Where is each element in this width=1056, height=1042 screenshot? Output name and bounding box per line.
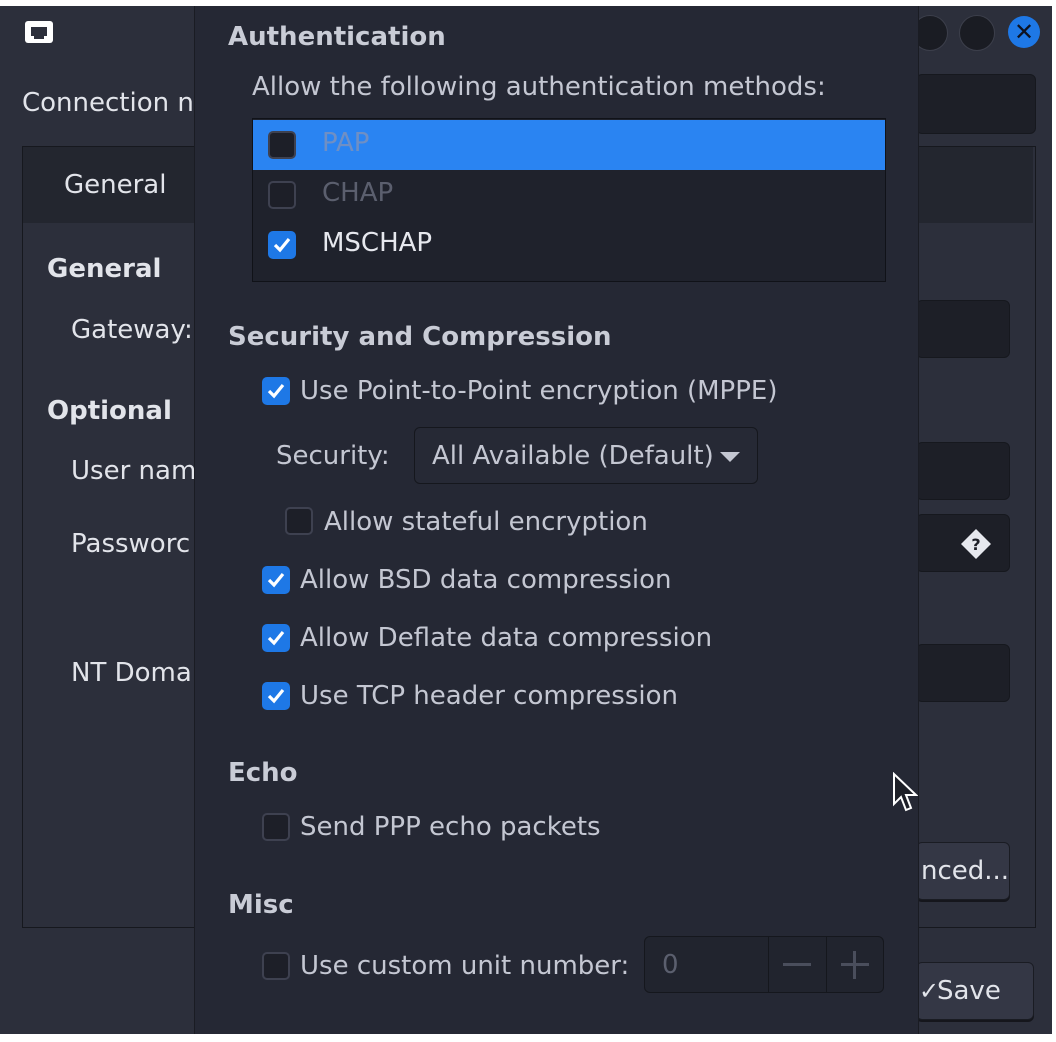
nt-domain-input[interactable]: [916, 644, 1010, 702]
maximize-icon[interactable]: [959, 15, 995, 51]
mschap-label: MSCHAP: [322, 228, 433, 258]
pap-label: PAP: [322, 128, 370, 158]
gateway-input[interactable]: [916, 300, 1010, 358]
use-mppe-checkbox[interactable]: [262, 377, 290, 405]
tab-general[interactable]: General: [64, 170, 166, 200]
decrement-button[interactable]: [768, 937, 826, 992]
section-general-heading: General: [47, 254, 162, 284]
unit-number-spinbutton[interactable]: 0: [644, 936, 884, 993]
nt-domain-label: NT Doma: [71, 658, 192, 688]
tcp-header-label: Use TCP header compression: [300, 681, 679, 711]
section-optional-heading: Optional: [47, 396, 172, 426]
security-label: Security:: [276, 441, 390, 471]
connection-name-label: Connection na: [22, 88, 210, 118]
authentication-heading: Authentication: [228, 22, 446, 52]
custom-unit-label: Use custom unit number:: [300, 951, 630, 981]
list-item[interactable]: CHAP: [253, 170, 885, 220]
bsd-label: Allow BSD data compression: [300, 565, 672, 595]
list-item[interactable]: MSCHAP: [253, 220, 885, 270]
use-mppe-label: Use Point-to-Point encryption (MPPE): [300, 376, 778, 406]
advanced-button-label: nced...: [921, 856, 1010, 886]
network-icon: [24, 20, 54, 50]
password-options-icon[interactable]: ?: [960, 528, 992, 564]
user-name-input[interactable]: [916, 442, 1010, 500]
dropdown-arrow-icon: [720, 452, 740, 462]
svg-text:?: ?: [971, 535, 980, 554]
checkmark-icon: [267, 383, 285, 399]
save-button[interactable]: ✓ Save: [916, 962, 1034, 1020]
chap-checkbox[interactable]: [268, 181, 296, 209]
checkmark-icon: [267, 630, 285, 646]
plus-icon: [841, 951, 869, 979]
bsd-checkbox[interactable]: [262, 566, 290, 594]
chap-label: CHAP: [322, 178, 394, 208]
custom-unit-checkbox[interactable]: [262, 952, 290, 980]
echo-heading: Echo: [228, 758, 298, 788]
increment-button[interactable]: [826, 937, 884, 992]
connection-name-input[interactable]: [916, 74, 1036, 134]
stateful-label: Allow stateful encryption: [324, 507, 648, 537]
mouse-pointer-icon: [893, 772, 918, 812]
misc-heading: Misc: [228, 890, 294, 920]
send-echo-label: Send PPP echo packets: [300, 812, 601, 842]
checkmark-icon: [267, 688, 285, 704]
auth-methods-list[interactable]: PAP CHAP MSCHAP: [252, 118, 886, 282]
unit-number-value: 0: [662, 950, 679, 980]
password-label: Passworc: [71, 529, 191, 559]
security-heading: Security and Compression: [228, 322, 612, 352]
mschap-checkbox[interactable]: [268, 231, 296, 259]
send-echo-checkbox[interactable]: [262, 813, 290, 841]
ppp-settings-dialog: Authentication Allow the following authe…: [194, 6, 919, 1034]
stateful-checkbox[interactable]: [285, 507, 313, 535]
user-name-label: User nam: [71, 456, 197, 486]
checkmark-icon: [267, 572, 285, 588]
security-combo-value: All Available (Default): [432, 441, 714, 471]
pap-checkbox[interactable]: [268, 131, 296, 159]
minus-icon: [783, 963, 811, 966]
deflate-label: Allow Deflate data compression: [300, 623, 713, 653]
auth-methods-label: Allow the following authentication metho…: [252, 72, 826, 102]
checkmark-icon: [273, 237, 291, 253]
list-item[interactable]: PAP: [253, 120, 885, 170]
security-combo[interactable]: All Available (Default): [414, 427, 758, 484]
close-icon[interactable]: ✕: [1008, 16, 1040, 48]
tcp-header-checkbox[interactable]: [262, 682, 290, 710]
deflate-checkbox[interactable]: [262, 624, 290, 652]
save-button-label: Save: [937, 976, 1001, 1006]
gateway-label: Gateway:: [71, 315, 193, 345]
advanced-button[interactable]: nced...: [916, 842, 1010, 900]
